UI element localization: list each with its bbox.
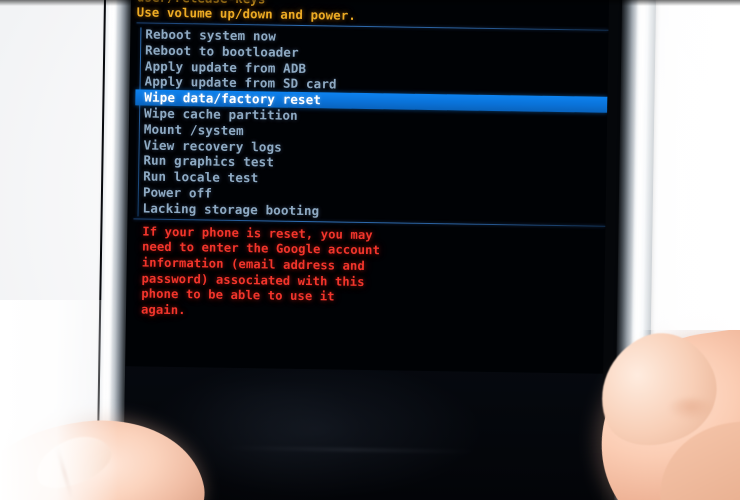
screen-reflection-blob — [182, 387, 365, 500]
recovery-console: Android Recovery samsung/a50xtc/a50 9/PP… — [126, 0, 610, 325]
recovery-menu: Reboot system now Reboot to bootloader A… — [134, 25, 609, 223]
right-hand-knuckle — [668, 398, 714, 420]
factory-reset-warning: If your phone is reset, you may need to … — [132, 221, 605, 326]
screenshot-root: Android Recovery samsung/a50xtc/a50 9/PP… — [0, 0, 740, 500]
phone-screen: Android Recovery samsung/a50xtc/a50 9/PP… — [122, 0, 610, 500]
